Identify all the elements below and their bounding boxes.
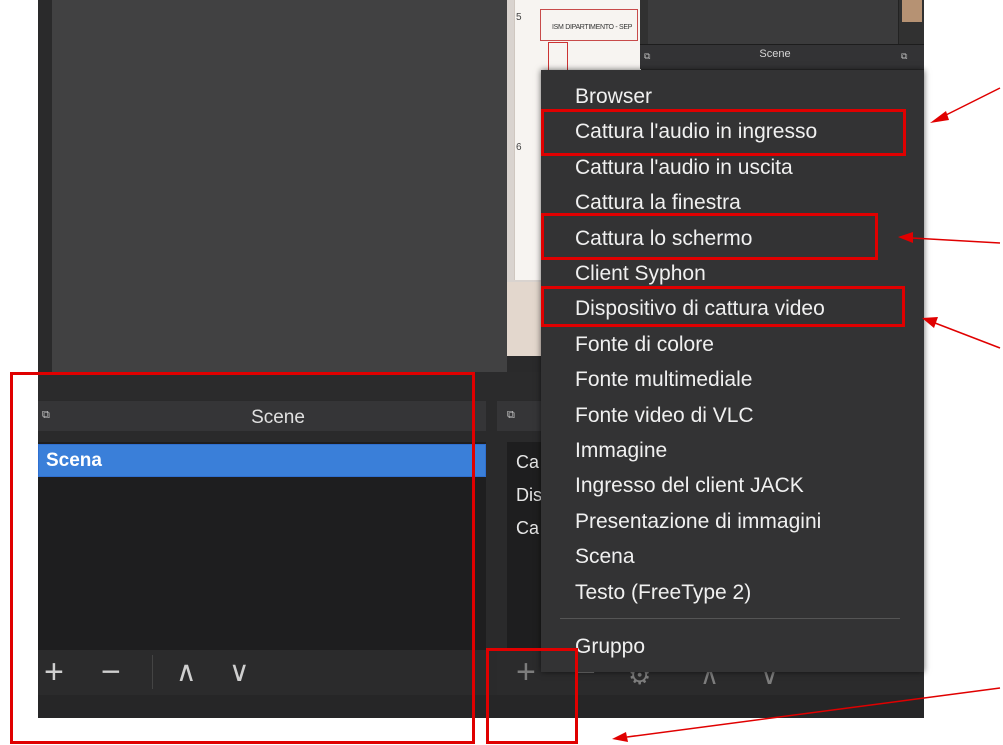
arrow-video-device [922,317,1001,349]
arrow-add-source [612,687,1001,742]
arrow-screen-capture [898,232,1001,244]
arrow-audio-input [930,87,1001,123]
annotation-arrows [612,87,1001,742]
